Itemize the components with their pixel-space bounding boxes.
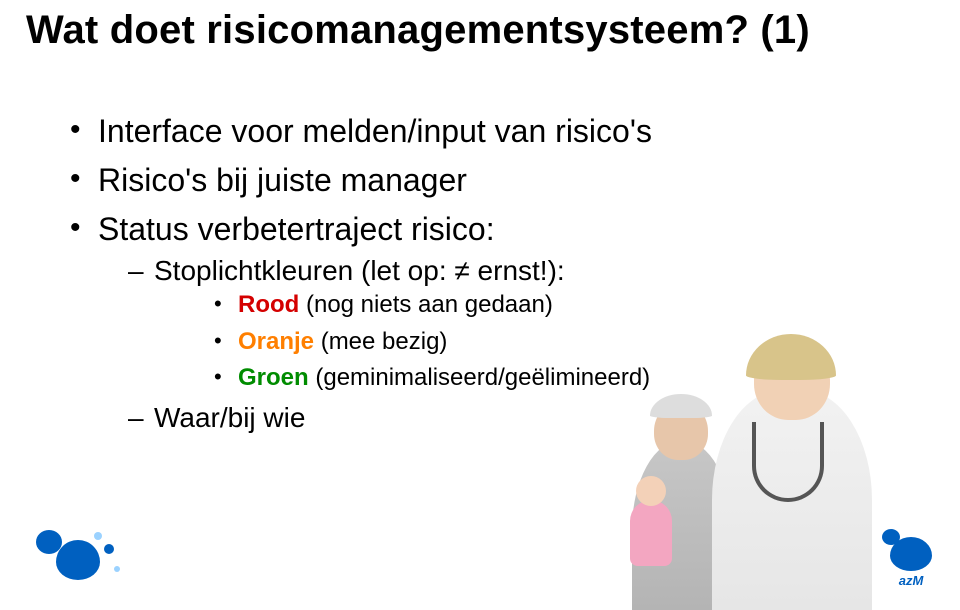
azm-bubble-icon	[890, 537, 932, 571]
not-equal-symbol: ≠	[454, 255, 469, 286]
bullet-text: Status verbetertraject risico:	[98, 211, 495, 247]
azm-logo: azM	[890, 537, 932, 588]
people-illustration	[632, 360, 872, 610]
bullet-item: Risico's bij juiste manager	[70, 159, 830, 202]
stoplight-red-label: Rood	[238, 291, 299, 318]
stethoscope-icon	[752, 422, 824, 502]
child-figure	[630, 500, 672, 566]
azm-logo-text: azM	[890, 573, 932, 588]
slide: Wat doet risicomanagementsysteem? (1) In…	[0, 0, 960, 610]
stoplight-orange-label: Oranje	[238, 328, 314, 355]
bullet-text: Interface voor melden/input van risico's	[98, 113, 652, 149]
brand-bubbles-icon	[32, 526, 142, 586]
bullet-text: Risico's bij juiste manager	[98, 162, 467, 198]
bullet-item: Interface voor melden/input van risico's	[70, 110, 830, 153]
sub-bullet-text: Stoplichtkleuren (let op:	[154, 255, 454, 286]
subsub-bullet-item: Oranje (mee bezig)	[154, 326, 830, 358]
stoplight-red-desc: (nog niets aan gedaan)	[299, 291, 553, 318]
sub-bullet-text: Waar/bij wie	[154, 402, 305, 433]
child-head	[636, 476, 666, 506]
slide-title: Wat doet risicomanagementsysteem? (1)	[26, 8, 810, 53]
stoplight-orange-desc: (mee bezig)	[314, 328, 447, 355]
man-hair	[650, 394, 712, 418]
stoplight-green-desc: (geminimaliseerd/geëlimineerd)	[309, 364, 650, 391]
sub-bullet-text: ernst!):	[470, 255, 565, 286]
stoplight-green-label: Groen	[238, 364, 309, 391]
subsub-bullet-item: Rood (nog niets aan gedaan)	[154, 289, 830, 321]
